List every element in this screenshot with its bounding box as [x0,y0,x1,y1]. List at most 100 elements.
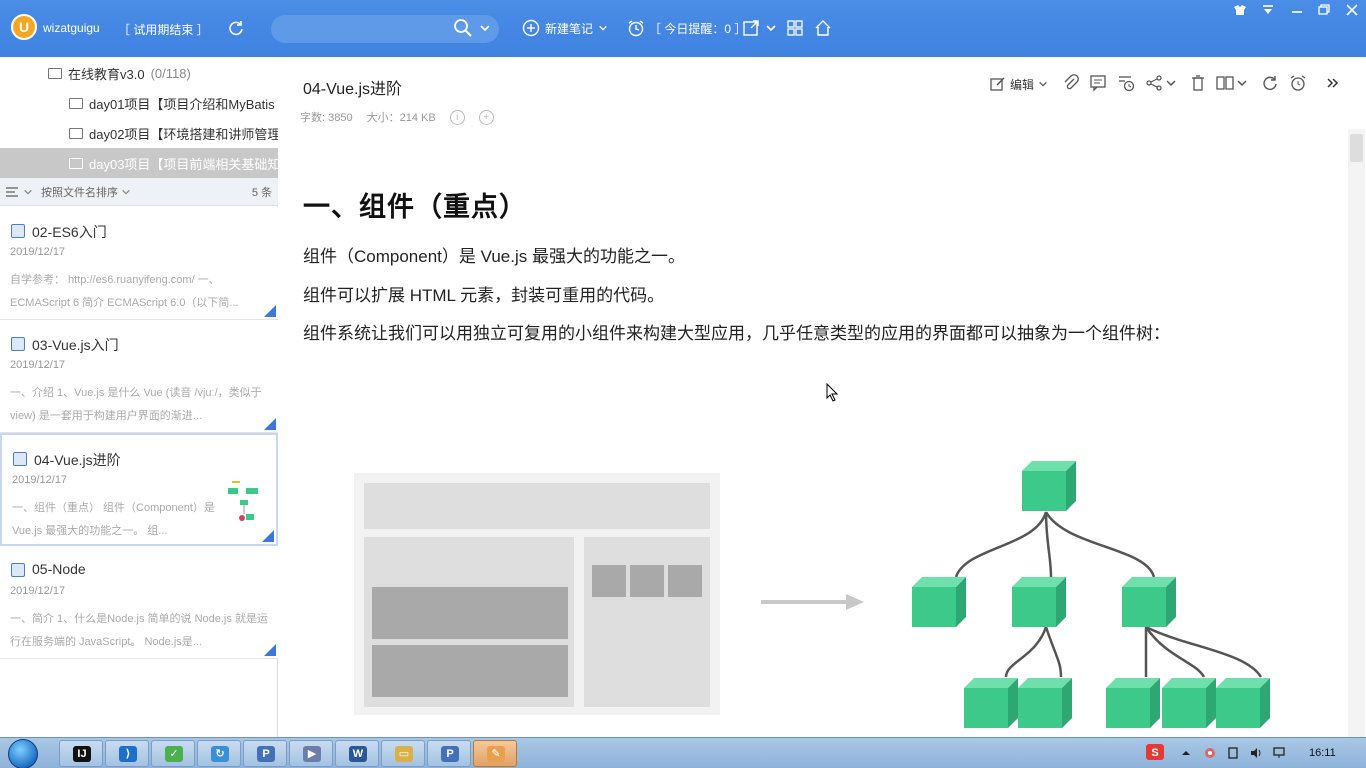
list-item[interactable]: 05-Node 2019/12/17 一、简介 1、什么是Node.js 简单的… [0,546,278,659]
chevron-down-icon[interactable] [765,19,777,37]
volume-icon[interactable] [1249,746,1263,760]
new-note-button[interactable]: 新建笔记 [522,18,608,38]
app-icon: ✓ [165,746,183,762]
username[interactable]: wizatguigu [43,21,100,35]
note-editor: 04-Vue.js进阶 编辑 字数: 3850 大小：214 KB i + 一、… [286,57,1366,737]
word-count: 字数: 3850 [300,112,353,124]
comment-icon[interactable] [1089,74,1107,92]
browser-icon: ↻ [211,746,229,762]
corner-marker [264,305,276,317]
sogou-icon[interactable]: S [1146,744,1164,760]
history-icon[interactable] [1117,74,1135,92]
restore-icon[interactable] [1317,4,1331,16]
trial-status[interactable]: ［ 试用期结束 ］ [118,21,209,38]
skin-icon[interactable] [1233,4,1247,16]
new-note-label: 新建笔记 [545,21,594,36]
tray-expand-icon[interactable] [1179,746,1193,760]
tree-item-day03[interactable]: day03项目【项目前端相关基础知 [0,148,278,178]
plus-circle-icon [522,19,540,37]
tree-item-day01[interactable]: day01项目【项目介绍和MyBatis [69,88,278,118]
sync-icon[interactable] [227,19,245,37]
folder-icon [48,67,62,79]
chevron-down-icon[interactable] [121,187,131,197]
arrow-icon [761,594,864,610]
edit-icon [990,77,1005,91]
p-app-icon: P [441,746,459,762]
search-icon[interactable] [453,18,473,38]
note-excerpt: 一、简介 1、什么是Node.js 简单的说 Node.js 就是运行在服务端的… [10,613,268,648]
taskbar-app-browser[interactable]: ↻ [197,740,241,767]
taskbar-app-vscode[interactable]: ⟩ [105,740,149,767]
scrollbar-thumb[interactable] [1350,134,1363,162]
edit-button[interactable]: 编辑 [990,74,1048,94]
taskbar-app-explorer[interactable]: ▭ [381,740,425,767]
double-chevron-right-icon[interactable] [1326,74,1340,92]
paragraph: 组件（Component）是 Vue.js 最强大的功能之一。 [303,247,685,266]
network-icon[interactable] [1272,746,1286,760]
alarm-clock-icon [628,20,644,37]
taskbar-app-p1[interactable]: P [243,740,287,767]
list-item[interactable]: 03-Vue.js入门 2019/12/17 一、介绍 1、Vue.js 是什么… [0,320,278,433]
info-icon[interactable]: i [449,109,465,125]
reading-mode-icon[interactable] [1216,74,1234,92]
corner-marker [262,530,274,542]
top-toolbar: U wizatguigu ［ 试用期结束 ］ 新建笔记 ［ 今日提醒：0 ］ [0,0,1366,57]
corner-marker [264,644,276,656]
close-icon[interactable] [1345,4,1359,16]
alarm-clock-icon[interactable] [1289,74,1307,92]
taskbar-app-wiznote[interactable]: ✎ [473,740,517,767]
notebook-tree: 在线教育v3.0 (0/118) day01项目【项目介绍和MyBatis da… [0,57,278,178]
home-icon[interactable] [814,19,832,37]
note-size: 大小：214 KB [366,112,436,124]
vertical-scrollbar[interactable] [1348,129,1365,737]
folder-icon [69,127,83,139]
chevron-down-icon[interactable] [1236,74,1248,92]
list-item[interactable]: 02-ES6入门 2019/12/17 自学参考： http://es6.rua… [0,207,278,320]
note-excerpt: 自学参考： http://es6.ruanyifeng.com/ 一、ECMAS… [10,274,239,309]
grid-icon[interactable] [786,19,804,37]
tree-item-notebook[interactable]: 在线教育v3.0 (0/118) [48,58,278,88]
list-view-icon[interactable] [5,186,19,198]
add-tag-icon[interactable]: + [478,109,494,125]
taskbar-app-media[interactable]: ▶ [289,740,333,767]
start-button[interactable] [8,739,38,768]
sort-bar: 按照文件名排序 5 条 [0,178,278,206]
page-wireframe [354,473,720,715]
folder-icon [69,157,83,169]
note-date: 2019/12/17 [10,359,66,371]
share-icon[interactable] [1145,74,1163,92]
trash-icon[interactable] [1189,74,1207,92]
tree-item-label: day01项目【项目介绍和MyBatis [89,96,275,112]
chevron-down-icon[interactable] [479,22,491,34]
taskbar-app-p2[interactable]: P [427,740,471,767]
paragraph: 组件系统让我们可以用独立可复用的小组件来构建大型应用，几乎任意类型的应用的界面都… [303,324,1170,343]
media-icon: ▶ [303,746,321,762]
note-excerpt: 一、组件（重点） 组件（Component）是 Vue.js 最强大的功能之一。… [12,502,215,537]
sort-label[interactable]: 按照文件名排序 [41,184,118,200]
chevron-down-icon[interactable] [1165,74,1177,92]
app-logo[interactable]: U [11,14,37,40]
system-clock[interactable]: 16:11 [1309,747,1336,759]
windows-taskbar: IJ ⟩ ✓ ↻ P ▶ W ▭ P ✎ S 16:11 [0,737,1366,768]
note-count: 5 条 [251,186,272,199]
tray-device-icon[interactable] [1226,746,1240,760]
note-title[interactable]: 04-Vue.js进阶 [303,75,402,99]
reminder-button[interactable]: ［ 今日提醒：0 ］ [627,18,746,38]
p-app-icon: P [257,746,275,762]
note-date: 2019/12/17 [10,585,66,597]
note-excerpt: 一、介绍 1、Vue.js 是什么 Vue (读音 /vjuː/，类似于 vie… [10,387,262,422]
note-title: 04-Vue.js进阶 [34,452,121,468]
tray-flower-icon[interactable] [1203,746,1217,760]
menu-icon[interactable] [1261,4,1275,16]
taskbar-app-word[interactable]: W [335,740,379,767]
minimize-icon[interactable] [1290,4,1304,16]
tree-item-day02[interactable]: day02项目【环境搭建和讲师管理 [69,118,278,148]
chevron-down-icon[interactable] [23,187,33,197]
attachment-icon[interactable] [1062,74,1080,92]
note-icon [11,563,25,577]
list-item-selected[interactable]: 04-Vue.js进阶 2019/12/17 一、组件（重点） 组件（Compo… [0,433,278,546]
taskbar-app-intellij[interactable]: IJ [59,740,103,767]
sync-note-icon[interactable] [1261,74,1279,92]
open-window-icon[interactable] [742,19,760,37]
taskbar-app-green[interactable]: ✓ [151,740,195,767]
